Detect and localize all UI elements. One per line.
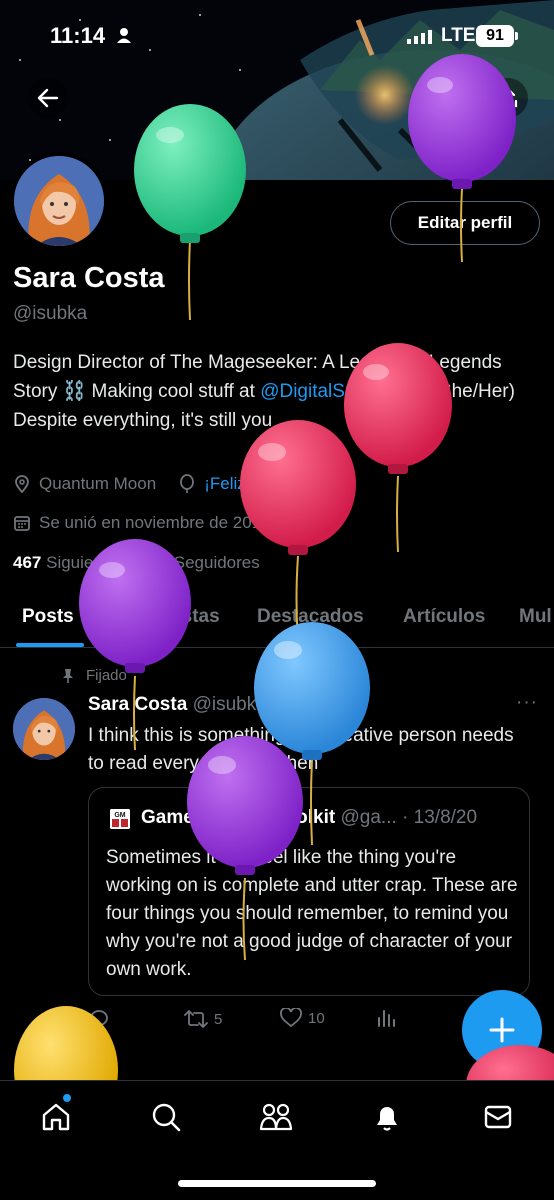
tab-articles[interactable]: Artículos xyxy=(403,606,485,628)
active-tab-indicator xyxy=(16,643,84,647)
status-bar: 11:14 LTE 91 xyxy=(0,0,554,70)
post-author-name[interactable]: Sara Costa xyxy=(88,694,187,715)
quote-author-handle: @ga... xyxy=(340,807,397,828)
profile-joined: Se unió en noviembre de 2011 xyxy=(39,513,270,532)
following-link[interactable]: 467 Siguiendo xyxy=(13,553,122,572)
pinned-indicator: Fijado xyxy=(60,667,127,684)
search-icon xyxy=(439,87,461,109)
nav-notifications[interactable] xyxy=(367,1097,407,1137)
profile-meta-row-2: Se unió en noviembre de 2011 xyxy=(13,513,269,533)
following-count: 467 xyxy=(13,553,42,572)
signal-icon xyxy=(407,30,432,44)
search-button[interactable] xyxy=(430,78,470,118)
tab-posts[interactable]: Posts xyxy=(22,606,74,628)
followers-label: Seguidores xyxy=(173,553,260,572)
quote-header: Game Maker's Toolkit @ga... · 13/8/20 xyxy=(141,807,477,829)
quote-author-logo: GM xyxy=(110,809,130,829)
share-icon xyxy=(498,87,518,108)
followers-link[interactable]: 658 Seguidores xyxy=(141,553,260,572)
communities-icon xyxy=(259,1103,293,1131)
profile-tabs: Posts Respuestas Destacados Artículos Mu… xyxy=(0,598,554,648)
balloon-icon xyxy=(180,474,195,493)
network-label: LTE xyxy=(441,25,476,46)
status-time: 11:14 xyxy=(50,23,106,48)
following-label: Siguiendo xyxy=(46,553,122,572)
follow-stats: 467 Siguiendo 658 Seguidores xyxy=(13,553,260,573)
nav-communities[interactable] xyxy=(256,1097,296,1137)
post-header: Sara Costa @isubka · 13/8/20 xyxy=(88,694,347,716)
profile-avatar[interactable] xyxy=(10,152,108,250)
tab-media[interactable]: Mul xyxy=(519,606,552,628)
share-button[interactable] xyxy=(488,78,528,118)
notifications-icon xyxy=(377,1107,397,1131)
home-indicator xyxy=(178,1180,376,1187)
birthday-text[interactable]: ¡Feliz cumpleaños! xyxy=(204,474,347,494)
home-icon xyxy=(42,1103,70,1131)
post-text: I think this is something any creative p… xyxy=(88,725,514,774)
quoted-post[interactable]: GM Game Maker's Toolkit @ga... · 13/8/20… xyxy=(88,787,530,996)
quote-author-name: Game Maker's Toolkit xyxy=(141,807,336,828)
person-icon xyxy=(117,28,131,43)
quote-logo-text: GM xyxy=(114,812,125,819)
home-notification-dot xyxy=(63,1094,71,1102)
profile-name: Sara Costa xyxy=(13,262,165,294)
post-author-handle: @isubka xyxy=(192,694,267,715)
calendar-icon xyxy=(14,516,30,531)
profile-location: Quantum Moon xyxy=(39,474,157,493)
profile-meta-row-1: Quantum Moon ¡Feliz cumpleaños! xyxy=(13,474,347,494)
tab-replies[interactable]: Respuestas xyxy=(113,606,220,628)
edit-profile-button[interactable]: Editar perfil xyxy=(390,201,540,245)
post-date: · 13/8/20 xyxy=(272,694,348,715)
profile-handle: @isubka xyxy=(13,303,88,324)
pinned-label: Fijado xyxy=(86,667,127,684)
post-more-button[interactable]: ··· xyxy=(516,692,538,714)
followers-count: 658 xyxy=(140,553,170,572)
pin-icon xyxy=(63,668,73,683)
nav-home[interactable] xyxy=(36,1097,76,1137)
post-author-avatar[interactable] xyxy=(13,698,75,760)
location-icon xyxy=(15,475,29,493)
nav-explore[interactable] xyxy=(146,1097,186,1137)
explore-icon xyxy=(152,1103,181,1132)
quote-date: · 13/8/20 xyxy=(402,807,478,828)
back-button[interactable] xyxy=(28,78,68,118)
quote-text: Sometimes it can feel like the thing you… xyxy=(106,847,518,980)
battery-indicator: 91 xyxy=(476,25,514,47)
messages-icon xyxy=(484,1105,512,1129)
battery-tip xyxy=(515,32,518,40)
nav-messages[interactable] xyxy=(478,1097,518,1137)
bottom-balloons xyxy=(14,1006,554,1085)
tab-highlights[interactable]: Destacados xyxy=(257,606,364,628)
bio-mention-link[interactable]: @DigitalSunGames xyxy=(260,381,427,402)
back-arrow-icon xyxy=(37,88,59,108)
profile-bio: Design Director of The Mageseeker: A Lea… xyxy=(13,348,533,435)
